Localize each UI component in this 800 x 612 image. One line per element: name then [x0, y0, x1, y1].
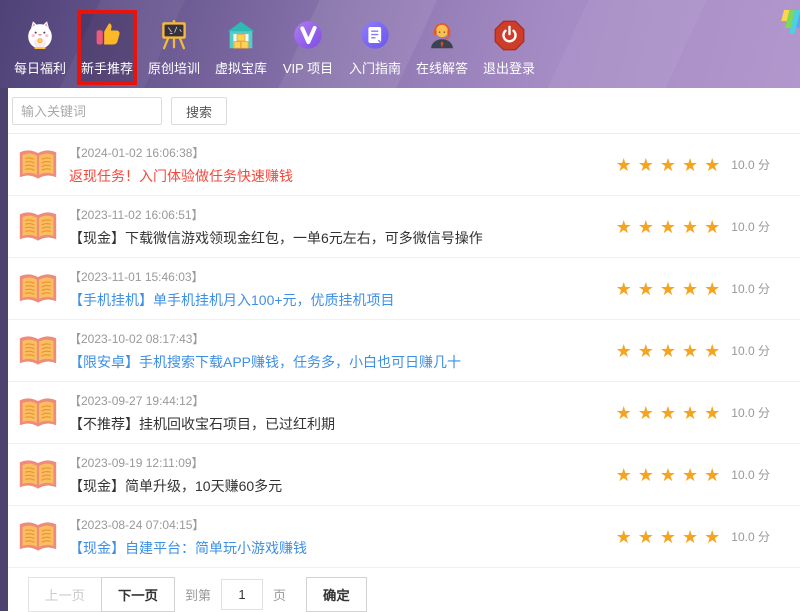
star-rating: ★★★★★ [616, 280, 727, 298]
item-timestamp: 【2023-10-02 08:17:43】 [69, 330, 616, 347]
item-title-link[interactable]: 【现金】简单升级，10天赚60多元 [69, 476, 282, 496]
vip-badge-icon [291, 16, 325, 52]
item-title-link[interactable]: 【手机挂机】单手机挂机月入100+元，优质挂机项目 [69, 290, 395, 310]
blackboard-icon [157, 16, 191, 52]
star-rating: ★★★★★ [616, 156, 727, 174]
search-input[interactable] [12, 97, 162, 125]
goto-page-prefix: 到第 [185, 585, 211, 604]
item-timestamp: 【2023-08-24 07:04:15】 [69, 516, 616, 533]
site-logo-icon [777, 6, 800, 43]
nav-item-original-training[interactable]: 原创培训 [144, 10, 204, 85]
content-panel: 搜索 【2024-01-02 16:06:38】 返现任务！入门体验做任务快速赚… [8, 88, 800, 611]
score-label: 10.0 分 [731, 342, 770, 359]
item-timestamp: 【2024-01-02 16:06:38】 [69, 144, 616, 161]
item-timestamp: 【2023-11-01 15:46:03】 [69, 268, 616, 285]
goto-page-suffix: 页 [273, 585, 286, 604]
search-bar: 搜索 [8, 88, 800, 134]
item-title-link[interactable]: 【限安卓】手机搜索下载APP赚钱，任务多，小白也可日赚几十 [69, 352, 461, 372]
nav-item-virtual-treasury[interactable]: 虚拟宝库 [211, 10, 271, 85]
list-item: 【2023-11-02 16:06:51】 【现金】下载微信游戏领现金红包，一单… [8, 196, 800, 258]
nav-item-label: 入门指南 [349, 58, 401, 77]
nav-item-logout[interactable]: 退出登录 [479, 10, 539, 85]
list-item: 【2024-01-02 16:06:38】 返现任务！入门体验做任务快速赚钱 ★… [8, 134, 800, 196]
item-title-link[interactable]: 【现金】下载微信游戏领现金红包，一单6元左右，可多微信号操作 [69, 228, 483, 248]
nav-item-label: 原创培训 [148, 58, 200, 77]
item-title-link[interactable]: 【不推荐】挂机回收宝石项目，已过红利期 [69, 414, 335, 434]
confirm-page-button[interactable]: 确定 [306, 577, 367, 612]
page-number-input[interactable] [221, 579, 263, 610]
guide-document-icon [358, 16, 392, 52]
nav-item-vip-projects[interactable]: VIP 项目 [278, 10, 338, 85]
star-rating: ★★★★★ [616, 342, 727, 360]
nav-item-label: 虚拟宝库 [215, 58, 267, 77]
score-label: 10.0 分 [731, 528, 770, 545]
support-agent-icon [425, 16, 459, 52]
nav-item-label: 每日福利 [14, 58, 66, 77]
nav-item-starter-guide[interactable]: 入门指南 [345, 10, 405, 85]
score-label: 10.0 分 [731, 404, 770, 421]
nav-item-label: VIP 项目 [283, 58, 333, 77]
prev-page-button[interactable]: 上一页 [28, 577, 102, 612]
score-label: 10.0 分 [731, 280, 770, 297]
book-icon [18, 395, 58, 430]
star-rating: ★★★★★ [616, 218, 727, 236]
search-button[interactable]: 搜索 [171, 97, 227, 125]
book-icon [18, 457, 58, 492]
power-logout-icon [493, 16, 526, 52]
book-icon [18, 209, 58, 244]
book-icon [18, 333, 58, 368]
star-rating: ★★★★★ [616, 528, 727, 546]
lucky-cat-icon [23, 16, 57, 52]
star-rating: ★★★★★ [616, 404, 727, 422]
nav-item-newbie-recommend[interactable]: 新手推荐 [77, 10, 137, 85]
book-icon [18, 147, 58, 182]
list-item: 【2023-09-27 19:44:12】 【不推荐】挂机回收宝石项目，已过红利… [8, 382, 800, 444]
left-edge-strip [0, 88, 8, 611]
nav-item-online-support[interactable]: 在线解答 [412, 10, 472, 85]
item-title-link[interactable]: 【现金】自建平台：简单玩小游戏赚钱 [69, 538, 307, 558]
book-icon [18, 519, 58, 554]
list-item: 【2023-08-24 07:04:15】 【现金】自建平台：简单玩小游戏赚钱 … [8, 506, 800, 568]
thumb-up-icon [90, 16, 124, 52]
item-timestamp: 【2023-09-27 19:44:12】 [69, 392, 616, 409]
score-label: 10.0 分 [731, 156, 770, 173]
pagination: 上一页 下一页 到第 页 确定 [8, 568, 800, 612]
nav-item-label: 在线解答 [416, 58, 468, 77]
item-title-link[interactable]: 返现任务！入门体验做任务快速赚钱 [69, 166, 293, 186]
nav-item-label: 新手推荐 [81, 58, 133, 77]
treasure-house-icon [224, 16, 258, 52]
score-label: 10.0 分 [731, 218, 770, 235]
nav-item-label: 退出登录 [483, 58, 535, 77]
list-item: 【2023-09-19 12:11:09】 【现金】简单升级，10天赚60多元 … [8, 444, 800, 506]
nav-items: 每日福利 新手推荐 原创培训 [0, 0, 800, 85]
next-page-button[interactable]: 下一页 [101, 577, 175, 612]
article-list: 【2024-01-02 16:06:38】 返现任务！入门体验做任务快速赚钱 ★… [8, 134, 800, 568]
score-label: 10.0 分 [731, 466, 770, 483]
top-navigation: 每日福利 新手推荐 原创培训 [0, 0, 800, 88]
star-rating: ★★★★★ [616, 466, 727, 484]
item-timestamp: 【2023-11-02 16:06:51】 [69, 206, 616, 223]
list-item: 【2023-10-02 08:17:43】 【限安卓】手机搜索下载APP赚钱，任… [8, 320, 800, 382]
list-item: 【2023-11-01 15:46:03】 【手机挂机】单手机挂机月入100+元… [8, 258, 800, 320]
item-timestamp: 【2023-09-19 12:11:09】 [69, 454, 616, 471]
book-icon [18, 271, 58, 306]
nav-item-daily-welfare[interactable]: 每日福利 [10, 10, 70, 85]
